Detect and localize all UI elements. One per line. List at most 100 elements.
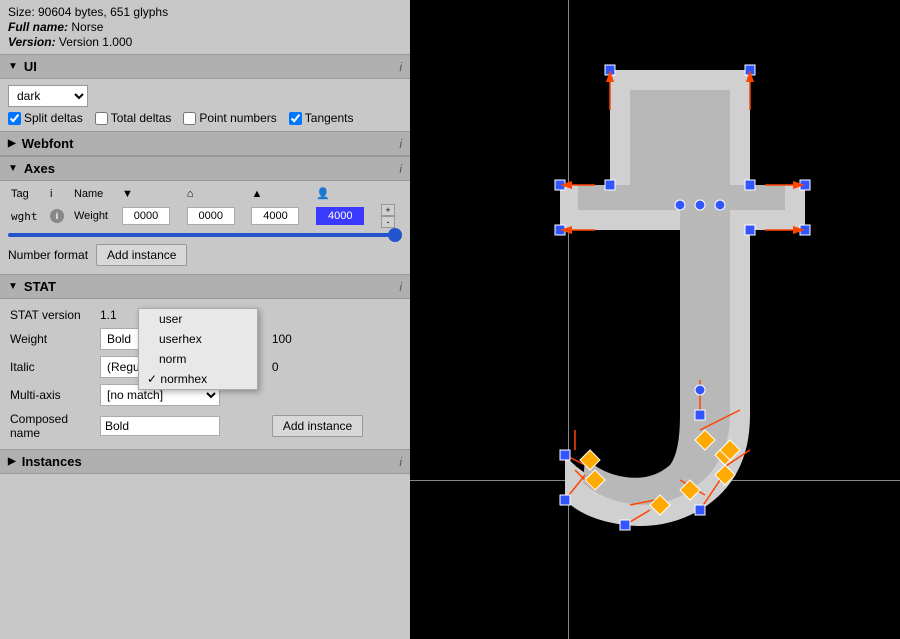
info-block: Size: 90604 bytes, 651 glyphs Full name:… [0,0,410,54]
axes-user-input[interactable] [316,207,364,225]
cp-11 [620,520,630,530]
stat-multiaxis-value [270,381,402,409]
axes-stepper-up[interactable]: + [381,204,395,216]
ui-info-icon[interactable]: i [399,60,402,74]
webfont-section-title: Webfont [22,136,74,151]
tangents-checkbox[interactable] [289,112,302,125]
rcp-1 [675,200,685,210]
axes-stepper-cell[interactable]: + - [378,202,402,230]
axes-slider[interactable] [8,233,402,237]
point-numbers-checkbox[interactable] [183,112,196,125]
axes-name-wght: Weight [71,202,119,230]
axes-default-input[interactable] [187,207,235,225]
version-value: Version 1.000 [59,35,132,49]
axes-tag-wght: wght [8,202,47,230]
cp-14 [745,180,755,190]
dropdown-normhex[interactable]: normhex [139,369,257,389]
ui-section-title: UI [24,59,37,74]
stat-add-instance-cell[interactable]: Add instance [270,409,402,443]
add-instance-button-axes[interactable]: Add instance [96,244,187,266]
split-deltas-label[interactable]: Split deltas [8,111,83,125]
axes-col-stepper [378,185,402,202]
file-size: Size: 90604 bytes, 651 glyphs [8,5,402,19]
tangents-label[interactable]: Tangents [289,111,354,125]
wght-info-icon[interactable]: i [50,209,64,223]
stat-composed-row: Composed name Add instance [8,409,402,443]
stat-version-label: STAT version [8,305,98,325]
stat-section-title: STAT [24,279,56,294]
number-format-row: Number format user userhex norm normhex … [8,240,402,270]
axes-section-header[interactable]: ▼ Axes i [0,156,410,181]
cp-13 [560,450,570,460]
stat-weight-label: Weight [8,325,98,353]
webfont-section-header[interactable]: ▶ Webfont i [0,131,410,156]
axes-user-cell[interactable] [313,202,378,230]
stat-composed-input[interactable] [100,416,220,436]
axes-col-info: i [47,185,71,202]
right-panel [410,0,900,639]
axes-section-title: Axes [24,161,55,176]
fullname-label: Full name: [8,20,68,34]
ui-section-content: dark light system Split deltas Total del… [0,79,410,131]
total-deltas-text: Total deltas [111,111,172,125]
rcp-3 [715,200,725,210]
total-deltas-label[interactable]: Total deltas [95,111,172,125]
ui-collapse-triangle: ▼ [8,61,18,72]
theme-select[interactable]: dark light system [8,85,88,107]
add-instance-button-stat[interactable]: Add instance [272,415,363,437]
cp-12 [560,495,570,505]
axes-min-cell[interactable] [119,202,184,230]
cp-9 [695,410,705,420]
instances-section-header[interactable]: ▶ Instances i [0,449,410,474]
stat-composed-input-cell[interactable] [98,409,270,443]
axes-section-content: Tag i Name ▼ ⌂ ▲ 👤 wght i Weight [0,181,410,274]
dropdown-userhex[interactable]: userhex [139,329,257,349]
left-panel: Size: 90604 bytes, 651 glyphs Full name:… [0,0,410,639]
axes-stepper[interactable]: + - [381,204,399,228]
axes-stepper-down[interactable]: - [381,216,395,228]
split-deltas-checkbox[interactable] [8,112,21,125]
ui-section-header[interactable]: ▼ UI i [0,54,410,79]
stat-section-header[interactable]: ▼ STAT i [0,274,410,299]
point-numbers-label[interactable]: Point numbers [183,111,276,125]
axes-max-cell[interactable] [248,202,313,230]
stat-italic-value: 0 [270,353,402,381]
axes-col-name: Name [71,185,119,202]
instances-info-icon[interactable]: i [399,455,402,469]
theme-row: dark light system [8,85,402,107]
dropdown-norm[interactable]: norm [139,349,257,369]
number-format-dropdown[interactable]: user userhex norm normhex [138,308,258,390]
axes-info-icon[interactable]: i [399,162,402,176]
version-label: Version: [8,35,56,49]
slider-row [8,230,402,240]
glyph-canvas [410,0,900,639]
stat-collapse-triangle: ▼ [8,281,18,292]
axes-col-max: ▲ [248,185,313,202]
axes-row-wght: wght i Weight [8,202,402,230]
total-deltas-checkbox[interactable] [95,112,108,125]
stat-italic-label: Italic [8,353,98,381]
axes-collapse-triangle: ▼ [8,163,18,174]
axes-col-default: ⌂ [184,185,249,202]
cp-8 [605,180,615,190]
full-name-line: Full name: Norse [8,20,402,34]
axes-default-cell[interactable] [184,202,249,230]
rcp-4 [695,385,705,395]
dropdown-user[interactable]: user [139,309,257,329]
canvas-area [410,0,900,639]
axes-max-input[interactable] [251,207,299,225]
split-deltas-text: Split deltas [24,111,83,125]
point-numbers-text: Point numbers [199,111,276,125]
stat-composed-label: Composed name [8,409,98,443]
webfont-info-icon[interactable]: i [399,137,402,151]
rcp-2 [695,200,705,210]
instances-collapse-triangle: ▶ [8,456,16,467]
fullname-value: Norse [71,20,103,34]
version-line: Version: Version 1.000 [8,35,402,49]
stat-info-icon[interactable]: i [399,280,402,294]
axes-min-input[interactable] [122,207,170,225]
axes-col-tag: Tag [8,185,47,202]
cp-10 [695,505,705,515]
tangents-text: Tangents [305,111,354,125]
axes-info-wght[interactable]: i [47,202,71,230]
